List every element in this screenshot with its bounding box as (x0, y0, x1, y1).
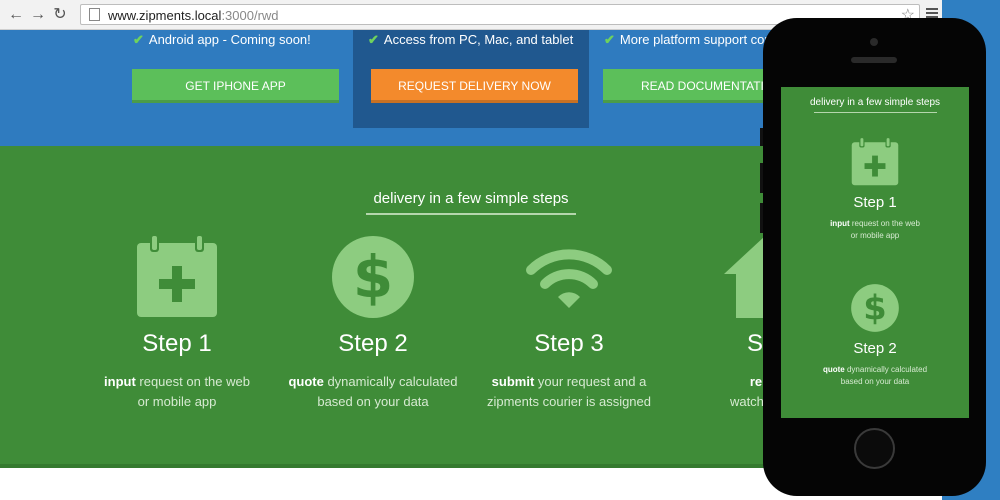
phone-camera (870, 38, 878, 46)
step-keyword: input (830, 219, 850, 228)
step-keyword: quote (822, 365, 845, 374)
mute-switch (760, 128, 763, 146)
step-card-3: Step 3 submit your request and a zipments… (469, 234, 669, 412)
feature-access: ✔ Access from PC, Mac, and tablet (368, 32, 573, 48)
step-title: Step 1 (142, 330, 212, 357)
url-host: www.zipments.local (108, 8, 222, 23)
get-iphone-app-button[interactable]: GET IPHONE APP (132, 69, 339, 103)
phone-speaker (851, 57, 897, 63)
step-keyword: submit (491, 374, 535, 389)
step-card-1: Step 1 input request on the web or mobile… (77, 234, 277, 412)
dollar-circle-icon: $ (332, 236, 414, 318)
svg-text:$: $ (863, 289, 886, 328)
phone-mockup: delivery in a few simple steps Step 1 in… (760, 18, 986, 496)
mobile-step-card-1: Step 1 input request on the web or mobile… (781, 137, 969, 242)
step-text-line2: or mobile app (850, 231, 900, 240)
feature-label: Android app - Coming soon! (148, 32, 311, 47)
svg-text:$: $ (353, 243, 393, 311)
volume-down-button (760, 203, 763, 233)
title-underline (366, 213, 576, 215)
screenshot-stage: ← → ↻ www.zipments.local:3000/rwd ☆ ✔ And… (0, 0, 1000, 500)
step-description: quote dynamically calculated based on you… (273, 372, 473, 412)
calendar-plus-icon (137, 234, 217, 317)
feature-platforms: ✔ More platform support comi (604, 32, 778, 48)
forward-arrow-icon[interactable]: → (28, 5, 48, 25)
step-text-line2: or mobile app (137, 394, 217, 409)
mobile-step-description: quote dynamically calculated based on you… (781, 364, 969, 388)
step-text: dynamically calculated (844, 365, 928, 374)
mobile-step-card-2: $ Step 2 quote dynamically calculated bas… (781, 283, 969, 388)
request-delivery-button[interactable]: REQUEST DELIVERY NOW (371, 69, 578, 103)
dollar-circle-icon: $ (851, 284, 899, 332)
feature-label: Access from PC, Mac, and tablet (383, 32, 574, 47)
volume-up-button (760, 163, 763, 193)
step-text-line2: based on your data (840, 377, 910, 386)
step-description: submit your request and a zipments courie… (469, 372, 669, 412)
back-arrow-icon[interactable]: ← (6, 5, 26, 25)
check-icon: ✔ (133, 32, 144, 47)
step-description: input request on the web or mobile app (77, 372, 277, 412)
mobile-step-title: Step 2 (853, 340, 897, 357)
read-documentation-button[interactable]: READ DOCUMENTATIO (603, 69, 773, 103)
check-icon: ✔ (368, 32, 379, 47)
mobile-steps-title: delivery in a few simple steps (809, 97, 941, 108)
step-title: Step 3 (534, 330, 604, 357)
mobile-step-title: Step 1 (853, 194, 897, 211)
feature-android: ✔ Android app - Coming soon! (133, 32, 311, 48)
page-icon (89, 8, 100, 21)
step-text-line2: zipments courier is assigned (486, 394, 652, 409)
wifi-icon (526, 249, 612, 308)
step-text: request on the web (849, 219, 920, 228)
step-text: your request and a (534, 374, 647, 389)
step-keyword: input (104, 374, 136, 389)
mobile-title-underline (814, 112, 937, 113)
reload-icon[interactable]: ↻ (50, 5, 70, 25)
phone-home-button (854, 428, 895, 469)
check-icon: ✔ (604, 32, 615, 47)
mobile-step-description: input request on the web or mobile app (781, 218, 969, 242)
step-title: Step 2 (338, 330, 408, 357)
step-keyword: quote (288, 374, 324, 389)
url-text: www.zipments.local:3000/rwd (108, 8, 279, 23)
phone-screen: delivery in a few simple steps Step 1 in… (781, 87, 969, 418)
feature-label: More platform support comi (619, 32, 779, 47)
step-card-2: $ Step 2 quote dynamically calculated bas… (273, 234, 473, 412)
url-path: :3000/rwd (221, 8, 279, 23)
calendar-plus-icon (851, 137, 899, 186)
step-text: request on the web (135, 374, 250, 389)
step-text: dynamically calculated (323, 374, 458, 389)
step-text-line2: based on your data (317, 394, 429, 409)
